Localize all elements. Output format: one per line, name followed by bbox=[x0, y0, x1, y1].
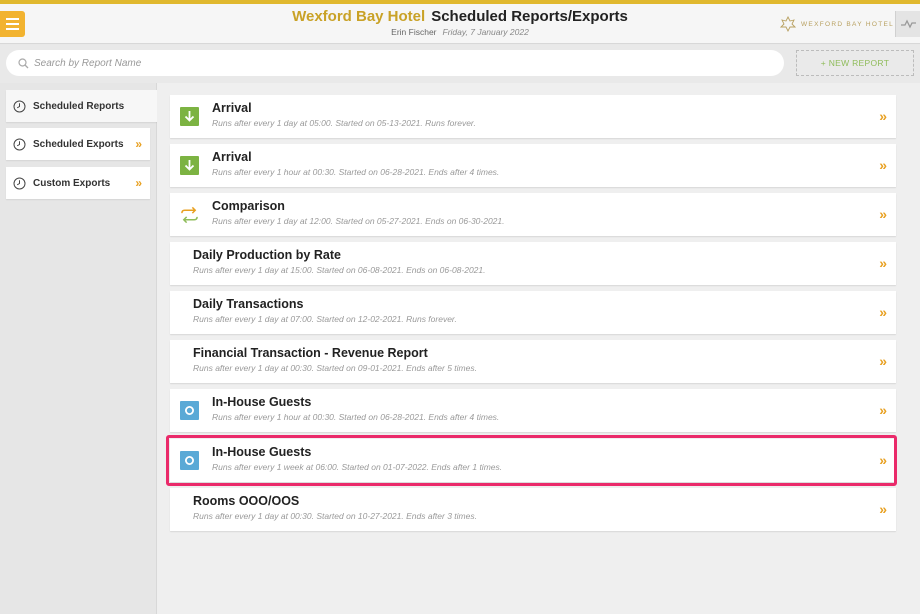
report-schedule: Runs after every 1 day at 00:30. Started… bbox=[193, 511, 477, 521]
search-input[interactable] bbox=[34, 57, 734, 69]
download-icon bbox=[180, 107, 199, 126]
chevron-right-icon[interactable]: » bbox=[879, 304, 887, 320]
page-title: Scheduled Reports/Exports bbox=[431, 8, 628, 25]
report-list: Arrival Runs after every 1 day at 05:00.… bbox=[157, 83, 920, 614]
chevron-right-icon[interactable]: » bbox=[879, 501, 887, 517]
report-row[interactable]: In-House Guests Runs after every 1 hour … bbox=[170, 389, 896, 432]
report-name: Financial Transaction - Revenue Report bbox=[193, 346, 428, 360]
chevron-right-icon[interactable]: » bbox=[879, 108, 887, 124]
chevron-right-icon: » bbox=[135, 137, 142, 151]
report-name: Arrival bbox=[212, 101, 252, 115]
report-row[interactable]: Arrival Runs after every 1 hour at 00:30… bbox=[170, 144, 896, 187]
circle-icon bbox=[180, 401, 199, 420]
chevron-right-icon[interactable]: » bbox=[879, 206, 887, 222]
report-schedule: Runs after every 1 day at 15:00. Started… bbox=[193, 265, 486, 275]
swap-icon bbox=[180, 205, 199, 224]
report-schedule: Runs after every 1 week at 06:00. Starte… bbox=[212, 462, 503, 472]
sidebar-item-scheduled-reports[interactable]: Scheduled Reports bbox=[6, 90, 157, 122]
report-row[interactable]: Daily Transactions Runs after every 1 da… bbox=[170, 291, 896, 334]
brand-text: WEXFORD BAY HOTEL bbox=[801, 20, 895, 28]
hotel-name: Wexford Bay Hotel bbox=[292, 8, 426, 25]
report-name: Daily Production by Rate bbox=[193, 248, 341, 262]
activity-button[interactable] bbox=[895, 11, 920, 37]
report-name: In-House Guests bbox=[212, 395, 312, 409]
brand-logo: WEXFORD BAY HOTEL bbox=[780, 16, 894, 32]
chevron-right-icon[interactable]: » bbox=[879, 353, 887, 369]
sidebar-item-custom-exports[interactable]: Custom Exports » bbox=[6, 167, 150, 199]
report-schedule: Runs after every 1 hour at 00:30. Starte… bbox=[212, 167, 500, 177]
clock-icon bbox=[13, 100, 26, 112]
chevron-right-icon[interactable]: » bbox=[879, 157, 887, 173]
clock-icon bbox=[13, 177, 26, 189]
new-report-button[interactable]: + NEW REPORT bbox=[796, 50, 914, 76]
report-name: Rooms OOO/OOS bbox=[193, 494, 300, 508]
sidebar-item-label: Scheduled Exports bbox=[33, 138, 124, 150]
sidebar: Scheduled Reports Scheduled Exports » Cu… bbox=[0, 83, 157, 614]
chevron-right-icon[interactable]: » bbox=[879, 452, 887, 468]
sidebar-item-label: Custom Exports bbox=[33, 177, 111, 189]
search-box[interactable] bbox=[6, 50, 784, 76]
report-schedule: Runs after every 1 day at 12:00. Started… bbox=[212, 216, 505, 226]
app-header: Wexford Bay Hotel Scheduled Reports/Expor… bbox=[0, 4, 920, 44]
chevron-right-icon[interactable]: » bbox=[879, 255, 887, 271]
search-bar: + NEW REPORT bbox=[0, 45, 920, 83]
report-row[interactable]: Arrival Runs after every 1 day at 05:00.… bbox=[170, 95, 896, 138]
circle-icon bbox=[180, 451, 199, 470]
pulse-icon bbox=[900, 19, 916, 29]
report-row[interactable]: Financial Transaction - Revenue Report R… bbox=[170, 340, 896, 383]
leaf-logo-icon bbox=[780, 16, 796, 32]
report-name: Comparison bbox=[212, 199, 285, 213]
report-schedule: Runs after every 1 day at 07:00. Started… bbox=[193, 314, 457, 324]
report-row-selected[interactable]: In-House Guests Runs after every 1 week … bbox=[170, 439, 896, 482]
report-name: Daily Transactions bbox=[193, 297, 304, 311]
report-row[interactable]: Rooms OOO/OOS Runs after every 1 day at … bbox=[170, 488, 896, 531]
user-name: Erin Fischer bbox=[391, 27, 437, 37]
search-icon bbox=[18, 57, 29, 68]
chevron-right-icon[interactable]: » bbox=[879, 402, 887, 418]
report-schedule: Runs after every 1 day at 00:30. Started… bbox=[193, 363, 477, 373]
report-schedule: Runs after every 1 hour at 00:30. Starte… bbox=[212, 412, 500, 422]
sidebar-item-label: Scheduled Reports bbox=[33, 100, 125, 112]
sidebar-item-scheduled-exports[interactable]: Scheduled Exports » bbox=[6, 128, 150, 160]
clock-icon bbox=[13, 138, 26, 150]
current-date: Friday, 7 January 2022 bbox=[442, 27, 529, 37]
report-schedule: Runs after every 1 day at 05:00. Started… bbox=[212, 118, 476, 128]
report-row[interactable]: Comparison Runs after every 1 day at 12:… bbox=[170, 193, 896, 236]
chevron-right-icon: » bbox=[135, 176, 142, 190]
report-name: Arrival bbox=[212, 150, 252, 164]
download-icon bbox=[180, 156, 199, 175]
report-name: In-House Guests bbox=[212, 445, 312, 459]
report-row[interactable]: Daily Production by Rate Runs after ever… bbox=[170, 242, 896, 285]
